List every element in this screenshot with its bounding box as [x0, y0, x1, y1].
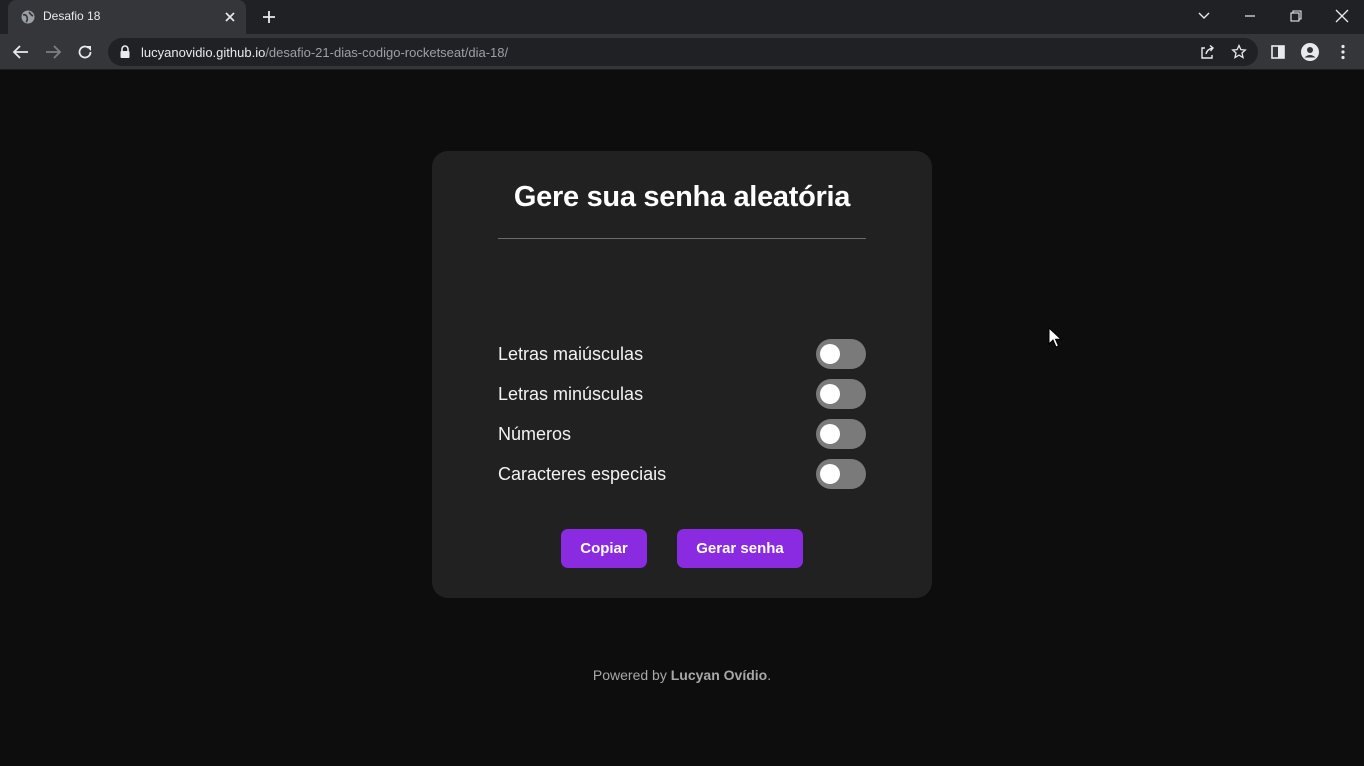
option-label: Caracteres especiais: [498, 464, 667, 484]
author-link[interactable]: Lucyan Ovídio: [671, 667, 767, 683]
bookmark-star-icon[interactable]: [1230, 43, 1248, 61]
option-lowercase: Letras minúsculas: [498, 379, 866, 409]
browser-toolbar: lucyanovidio.github.io/desafio-21-dias-c…: [0, 34, 1364, 70]
copy-button[interactable]: Copiar: [561, 529, 647, 568]
new-tab-icon[interactable]: [259, 7, 279, 27]
toggle-knob: [820, 464, 840, 484]
browser-tabstrip: Desafio 18: [0, 0, 1364, 34]
share-icon[interactable]: [1198, 43, 1216, 61]
toggle-knob: [820, 384, 840, 404]
mouse-cursor-icon: [1048, 326, 1063, 349]
url-text: lucyanovidio.github.io/desafio-21-dias-c…: [141, 45, 508, 60]
tab-title: Desafio 18: [43, 9, 101, 23]
option-numbers: Números: [498, 419, 866, 449]
toggle-knob: [820, 424, 840, 444]
tab-search-icon[interactable]: [1190, 4, 1218, 28]
page-title: Gere sua senha aleatória: [513, 181, 851, 213]
password-generator-card: Gere sua senha aleatória Letras maiúscul…: [432, 151, 932, 598]
restore-icon[interactable]: [1282, 4, 1310, 28]
numbers-toggle[interactable]: [816, 419, 866, 449]
url-host: lucyanovidio.github.io: [141, 45, 266, 60]
option-special-chars: Caracteres especiais: [498, 459, 866, 489]
option-label: Letras maiúsculas: [498, 344, 644, 364]
address-bar[interactable]: lucyanovidio.github.io/desafio-21-dias-c…: [108, 38, 1258, 66]
close-tab-icon[interactable]: [222, 9, 238, 25]
forward-icon[interactable]: [41, 40, 65, 64]
lock-icon[interactable]: [119, 45, 131, 59]
option-label: Letras minúsculas: [498, 384, 644, 404]
lowercase-toggle[interactable]: [816, 379, 866, 409]
footer-credit: Powered by Lucyan Ovídio.: [0, 667, 1364, 683]
reload-icon[interactable]: [73, 40, 97, 64]
minimize-icon[interactable]: [1236, 4, 1264, 28]
toggle-knob: [820, 344, 840, 364]
menu-kebab-icon[interactable]: [1331, 40, 1355, 64]
back-icon[interactable]: [9, 40, 33, 64]
special-chars-toggle[interactable]: [816, 459, 866, 489]
option-uppercase: Letras maiúsculas: [498, 339, 866, 369]
close-window-icon[interactable]: [1328, 4, 1356, 28]
footer-suffix: .: [767, 667, 772, 683]
password-output: [498, 261, 866, 321]
page-viewport: Gere sua senha aleatória Letras maiúscul…: [0, 70, 1364, 766]
side-panel-icon[interactable]: [1266, 40, 1290, 64]
uppercase-toggle[interactable]: [816, 339, 866, 369]
profile-avatar-icon[interactable]: [1298, 40, 1322, 64]
generate-password-button[interactable]: Gerar senha: [677, 529, 803, 568]
footer-prefix: Powered by: [592, 667, 667, 683]
globe-icon: [20, 9, 36, 25]
url-path: /desafio-21-dias-codigo-rocketseat/dia-1…: [265, 45, 509, 60]
title-divider: [498, 238, 866, 239]
option-label: Números: [498, 424, 572, 444]
browser-tab[interactable]: Desafio 18: [8, 0, 246, 34]
